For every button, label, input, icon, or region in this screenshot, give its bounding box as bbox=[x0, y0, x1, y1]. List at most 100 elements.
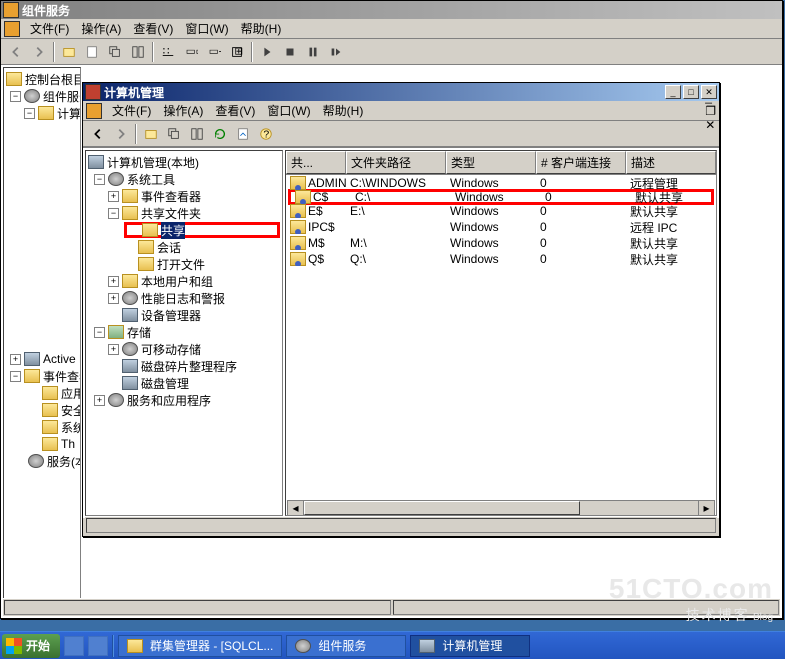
maximize-button[interactable]: □ bbox=[683, 85, 699, 99]
scroll-thumb[interactable] bbox=[304, 501, 580, 515]
tree-item[interactable]: +Active Directory bbox=[6, 351, 78, 367]
menu-help[interactable]: 帮助(H) bbox=[317, 100, 370, 121]
expand-icon[interactable]: + bbox=[94, 395, 105, 406]
scroll-left-button[interactable]: ◂ bbox=[288, 501, 304, 515]
collapse-icon[interactable]: − bbox=[10, 371, 21, 382]
share-clients: 0 bbox=[536, 252, 626, 266]
menu-view[interactable]: 查看(V) bbox=[209, 100, 261, 121]
tree-shares-highlighted[interactable]: 共享 bbox=[124, 222, 280, 238]
up-button[interactable] bbox=[140, 123, 162, 145]
expand-icon[interactable]: + bbox=[10, 354, 21, 365]
cascade-button[interactable] bbox=[104, 41, 126, 63]
tree-system-tools[interactable]: −系统工具 bbox=[88, 171, 280, 187]
tb-icon-4[interactable]: ⊞ bbox=[226, 41, 248, 63]
expand-icon[interactable]: + bbox=[108, 276, 119, 287]
horizontal-scrollbar[interactable]: ◂ ▸ bbox=[287, 500, 715, 516]
quick-launch-ie[interactable] bbox=[64, 636, 84, 656]
menu-file[interactable]: 文件(F) bbox=[106, 100, 157, 121]
tree-item[interactable]: 服务(本地) bbox=[6, 453, 78, 469]
tree-local-users[interactable]: +本地用户和组 bbox=[88, 273, 280, 289]
tree-item[interactable]: 应用程序 bbox=[6, 385, 78, 401]
defrag-icon bbox=[122, 359, 138, 373]
tree-root[interactable]: 控制台根目录 bbox=[6, 71, 78, 87]
col-desc[interactable]: 描述 bbox=[626, 151, 716, 174]
expand-icon[interactable]: + bbox=[108, 344, 119, 355]
tb-play[interactable] bbox=[256, 41, 278, 63]
tb-icon-3[interactable]: ▭- bbox=[203, 41, 225, 63]
tree-disk-mgmt[interactable]: 磁盘管理 bbox=[88, 375, 280, 391]
device-icon bbox=[122, 308, 138, 322]
expand-icon[interactable]: + bbox=[108, 191, 119, 202]
outer-titlebar[interactable]: 组件服务 bbox=[1, 1, 782, 19]
collapse-icon[interactable]: − bbox=[10, 91, 21, 102]
collapse-icon[interactable]: − bbox=[108, 208, 119, 219]
share-folder-icon bbox=[122, 206, 138, 220]
export-button[interactable] bbox=[232, 123, 254, 145]
tree-defrag[interactable]: 磁盘碎片整理程序 bbox=[88, 358, 280, 374]
col-clients[interactable]: # 客户端连接 bbox=[536, 151, 626, 174]
refresh-button[interactable] bbox=[127, 41, 149, 63]
tree-storage[interactable]: −存储 bbox=[88, 324, 280, 340]
tb-icon-1[interactable]: ∷ bbox=[157, 41, 179, 63]
tb-pause[interactable] bbox=[302, 41, 324, 63]
refresh-button[interactable] bbox=[209, 123, 231, 145]
back-button[interactable] bbox=[5, 41, 27, 63]
tree-sessions[interactable]: 会话 bbox=[88, 239, 280, 255]
scroll-right-button[interactable]: ▸ bbox=[698, 501, 714, 515]
tree-shared-folders[interactable]: −共享文件夹 bbox=[88, 205, 280, 221]
share-row[interactable]: IPC$Windows0远程 IPC bbox=[286, 219, 716, 235]
minimize-button[interactable]: _ bbox=[665, 85, 681, 99]
col-type[interactable]: 类型 bbox=[446, 151, 536, 174]
menu-file[interactable]: 文件(F) bbox=[24, 18, 75, 39]
menu-window[interactable]: 窗口(W) bbox=[179, 18, 234, 39]
menu-view[interactable]: 查看(V) bbox=[127, 18, 179, 39]
col-name[interactable]: 共... bbox=[286, 151, 346, 174]
menu-help[interactable]: 帮助(H) bbox=[235, 18, 288, 39]
tree-root[interactable]: 计算机管理(本地) bbox=[88, 154, 280, 170]
cascade-button[interactable] bbox=[163, 123, 185, 145]
tree-services-apps[interactable]: +服务和应用程序 bbox=[88, 392, 280, 408]
tree-item[interactable]: −事件查看器 bbox=[6, 368, 78, 384]
expand-icon[interactable]: + bbox=[108, 293, 119, 304]
tree-removable[interactable]: +可移动存储 bbox=[88, 341, 280, 357]
collapse-icon[interactable]: − bbox=[24, 108, 35, 119]
tile-button[interactable] bbox=[186, 123, 208, 145]
tb-stop[interactable] bbox=[279, 41, 301, 63]
tree-item[interactable]: −计算机 bbox=[6, 105, 78, 121]
tree-item[interactable]: 安全性 bbox=[6, 402, 78, 418]
menu-window[interactable]: 窗口(W) bbox=[261, 100, 316, 121]
menu-action[interactable]: 操作(A) bbox=[157, 100, 209, 121]
props-button[interactable] bbox=[81, 41, 103, 63]
mdi-close-button[interactable]: ✕ bbox=[705, 118, 716, 132]
up-button[interactable] bbox=[58, 41, 80, 63]
task-component-services[interactable]: 组件服务 bbox=[286, 635, 406, 657]
share-row[interactable]: E$E:\Windows0默认共享 bbox=[286, 203, 716, 219]
tree-perf-logs[interactable]: +性能日志和警报 bbox=[88, 290, 280, 306]
tree-event-viewer[interactable]: +事件查看器 bbox=[88, 188, 280, 204]
tb-icon-2[interactable]: ▭▭ bbox=[180, 41, 202, 63]
tree-item[interactable]: 系统 bbox=[6, 419, 78, 435]
removable-icon bbox=[122, 342, 138, 356]
fwd-button[interactable] bbox=[28, 41, 50, 63]
start-button[interactable]: 开始 bbox=[2, 634, 60, 658]
share-row[interactable]: Q$Q:\Windows0默认共享 bbox=[286, 251, 716, 267]
collapse-icon[interactable]: − bbox=[94, 327, 105, 338]
task-cluster-admin[interactable]: 群集管理器 - [SQLCL... bbox=[118, 635, 282, 657]
inner-titlebar[interactable]: 计算机管理 _ □ ✕ bbox=[83, 83, 719, 101]
collapse-icon[interactable]: − bbox=[94, 174, 105, 185]
share-row[interactable]: M$M:\Windows0默认共享 bbox=[286, 235, 716, 251]
tree-open-files[interactable]: 打开文件 bbox=[88, 256, 280, 272]
tree-item[interactable]: Th bbox=[6, 436, 78, 452]
back-button[interactable] bbox=[87, 123, 109, 145]
col-path[interactable]: 文件夹路径 bbox=[346, 151, 446, 174]
help-button[interactable]: ? bbox=[255, 123, 277, 145]
mdi-minimize-button[interactable]: _ bbox=[705, 90, 716, 104]
tree-device-mgr[interactable]: 设备管理器 bbox=[88, 307, 280, 323]
quick-launch-desktop[interactable] bbox=[88, 636, 108, 656]
tree-item[interactable]: −组件服务 bbox=[6, 88, 78, 104]
mdi-restore-button[interactable]: ❐ bbox=[705, 104, 716, 118]
fwd-button[interactable] bbox=[110, 123, 132, 145]
menu-action[interactable]: 操作(A) bbox=[75, 18, 127, 39]
task-computer-management[interactable]: 计算机管理 bbox=[410, 635, 530, 657]
tb-restart[interactable] bbox=[325, 41, 347, 63]
